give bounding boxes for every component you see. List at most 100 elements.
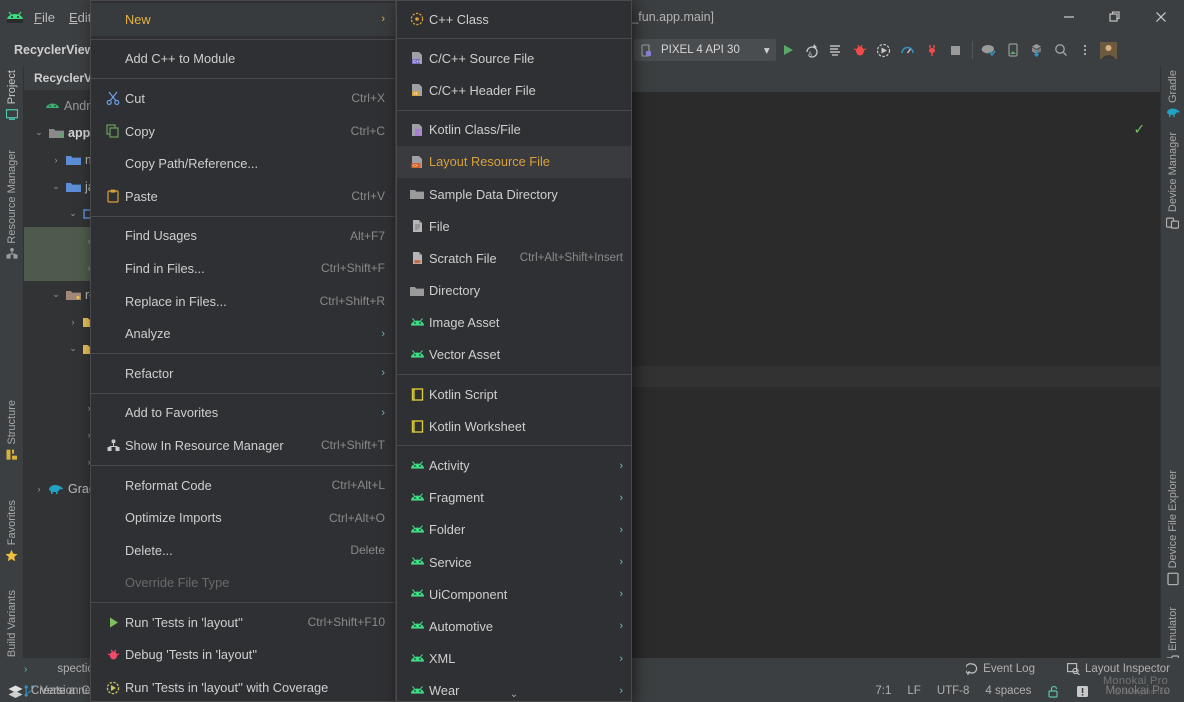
submenu-item-service[interactable]: Service ›: [397, 546, 631, 578]
chevron-down-icon[interactable]: ⌄: [49, 289, 63, 300]
notification-icon[interactable]: [1076, 685, 1089, 698]
sidebar-item-device-file-explorer[interactable]: Device File Explorer: [1161, 466, 1184, 589]
submenu-item-kotlin-class-file[interactable]: Kotlin Class/File: [397, 114, 631, 146]
submenu-item-vector-asset[interactable]: Vector Asset: [397, 339, 631, 371]
menu-item-new[interactable]: New ›: [91, 3, 395, 36]
run-with-coverage-icon[interactable]: [872, 38, 896, 62]
submenu-item-c-cpp-source-file[interactable]: C++ C/C++ Source File: [397, 42, 631, 74]
menu-item-run-tests-with-coverage[interactable]: Run 'Tests in 'layout'' with Coverage: [91, 671, 395, 702]
submenu-item-scratch-file[interactable]: Scratch File Ctrl+Alt+Shift+Insert: [397, 242, 631, 274]
submenu-item-kotlin-script[interactable]: Kotlin Script: [397, 378, 631, 410]
submenu-item-image-asset[interactable]: Image Asset: [397, 307, 631, 339]
submenu-item-sample-data-directory[interactable]: Sample Data Directory: [397, 178, 631, 210]
sidebar-item-gradle[interactable]: Gradle: [1161, 66, 1184, 122]
new-submenu[interactable]: C++ Class C++ C/C++ Source File H C/C++ …: [396, 0, 632, 702]
menu-item-delete[interactable]: Delete... Delete: [91, 534, 395, 567]
menu-file[interactable]: FFileile: [34, 10, 55, 25]
menu-item-show-in-resource-manager[interactable]: Show In Resource Manager Ctrl+Shift+T: [91, 429, 395, 462]
submenu-item-automotive[interactable]: Automotive ›: [397, 610, 631, 642]
chevron-down-icon[interactable]: ⌄: [66, 208, 80, 219]
chevron-right-icon: ›: [619, 491, 623, 504]
menu-item-find-in-files[interactable]: Find in Files... Ctrl+Shift+F: [91, 252, 395, 285]
svg-text:<>: <>: [412, 163, 418, 168]
submenu-item-uicomponent[interactable]: UiComponent ›: [397, 578, 631, 610]
sidebar-item-favorites[interactable]: Favorites: [0, 496, 24, 566]
menu-item-add-to-favorites[interactable]: Add to Favorites ›: [91, 397, 395, 430]
menu-item-analyze[interactable]: Analyze ›: [91, 317, 395, 350]
submenu-scroll-down-icon[interactable]: ⌄: [397, 687, 631, 701]
context-menu[interactable]: New › Add C++ to Module Cut Ctrl+X Copy …: [90, 0, 396, 702]
submenu-item-directory[interactable]: Directory: [397, 275, 631, 307]
menu-item-label: Run 'Tests in 'layout'': [125, 614, 243, 630]
menu-item-copy[interactable]: Copy Ctrl+C: [91, 115, 395, 148]
sidebar-item-structure[interactable]: Structure: [0, 396, 24, 465]
apply-changes-icon[interactable]: A: [800, 38, 824, 62]
maximize-icon[interactable]: [1092, 0, 1138, 34]
menu-item-run-tests-in-layout[interactable]: Run 'Tests in 'layout'' Ctrl+Shift+F10: [91, 606, 395, 639]
chevron-right-icon[interactable]: ›: [49, 155, 63, 165]
sdk-manager-icon[interactable]: [977, 38, 1001, 62]
chevron-down-icon[interactable]: ⌄: [32, 127, 46, 138]
submenu-item-c-cpp-header-file[interactable]: H C/C++ Header File: [397, 74, 631, 106]
line-separator[interactable]: LF: [907, 685, 920, 697]
caret-position[interactable]: 7:1: [875, 685, 891, 697]
menu-item-label: New: [125, 11, 151, 27]
menu-item-cut[interactable]: Cut Ctrl+X: [91, 82, 395, 115]
submenu-item-layout-resource-file[interactable]: <> Layout Resource File: [397, 145, 631, 178]
submenu-item-folder[interactable]: Folder ›: [397, 514, 631, 546]
debug-icon[interactable]: [848, 38, 872, 62]
attach-debugger-icon[interactable]: [920, 38, 944, 62]
submenu-item-activity[interactable]: Activity ›: [397, 449, 631, 481]
close-icon[interactable]: [1138, 0, 1184, 34]
profiler-icon[interactable]: [896, 38, 920, 62]
more-options-icon[interactable]: [1073, 38, 1097, 62]
submenu-item-file[interactable]: File: [397, 210, 631, 242]
menu-item-add-cpp-to-module[interactable]: Add C++ to Module: [91, 43, 395, 76]
menu-item-accel: Ctrl+V: [351, 189, 385, 204]
menu-item-reformat-code[interactable]: Reformat Code Ctrl+Alt+L: [91, 469, 395, 502]
paste-icon: [101, 189, 125, 203]
submenu-item-fragment[interactable]: Fragment ›: [397, 482, 631, 514]
android-icon: [405, 653, 429, 664]
menu-item-paste[interactable]: Paste Ctrl+V: [91, 180, 395, 213]
apply-code-changes-icon[interactable]: [824, 38, 848, 62]
menu-item-replace-in-files[interactable]: Replace in Files... Ctrl+Shift+R: [91, 285, 395, 318]
avatar[interactable]: [1097, 38, 1121, 62]
submenu-item-cpp-class[interactable]: C++ Class: [397, 3, 631, 35]
submenu-item-kotlin-worksheet[interactable]: Kotlin Worksheet: [397, 410, 631, 442]
indent-setting[interactable]: 4 spaces: [985, 685, 1031, 697]
chevron-down-icon[interactable]: ⌄: [66, 343, 80, 354]
menu-item-copy-path-reference[interactable]: Copy Path/Reference...: [91, 147, 395, 180]
submenu-separator: [397, 445, 631, 447]
chevron-right-icon: ›: [619, 459, 623, 472]
chevron-right-icon[interactable]: ›: [66, 317, 80, 327]
sidebar-item-project[interactable]: Project: [0, 66, 24, 124]
sync-project-icon[interactable]: [1025, 38, 1049, 62]
menu-edit[interactable]: Edit: [69, 10, 91, 25]
menu-item-refactor[interactable]: Refactor ›: [91, 357, 395, 390]
device-selector[interactable]: PIXEL 4 API 30 ▾: [634, 39, 776, 61]
create-new-bar[interactable]: Create a new: [0, 680, 99, 702]
minimize-icon[interactable]: [1046, 0, 1092, 34]
file-encoding[interactable]: UTF-8: [937, 685, 970, 697]
chevron-right-icon[interactable]: ›: [32, 484, 46, 494]
sidebar-item-device-manager[interactable]: Device Manager: [1161, 128, 1184, 233]
menu-item-optimize-imports[interactable]: Optimize Imports Ctrl+Alt+O: [91, 501, 395, 534]
layout-inspector-button[interactable]: Layout Inspector: [1067, 663, 1170, 675]
menu-item-label: Find Usages: [125, 228, 197, 244]
vcs-chevron-icon[interactable]: ›: [24, 664, 27, 675]
avd-manager-icon[interactable]: [1001, 38, 1025, 62]
menu-item-debug-tests-in-layout[interactable]: Debug 'Tests in 'layout'': [91, 639, 395, 672]
chevron-down-icon[interactable]: ⌄: [49, 181, 63, 192]
res-folder-icon: [63, 289, 83, 301]
stop-icon[interactable]: [944, 38, 968, 62]
sidebar-item-resource-manager[interactable]: Resource Manager: [0, 146, 24, 264]
menu-item-find-usages[interactable]: Find Usages Alt+F7: [91, 220, 395, 253]
run-icon[interactable]: [776, 38, 800, 62]
search-icon[interactable]: [1049, 38, 1073, 62]
event-log-button[interactable]: Event Log: [966, 663, 1035, 675]
unlock-icon[interactable]: [1047, 685, 1060, 698]
menu-separator: [91, 464, 395, 466]
menu-item-label: Optimize Imports: [125, 510, 222, 526]
submenu-item-xml[interactable]: XML ›: [397, 643, 631, 675]
